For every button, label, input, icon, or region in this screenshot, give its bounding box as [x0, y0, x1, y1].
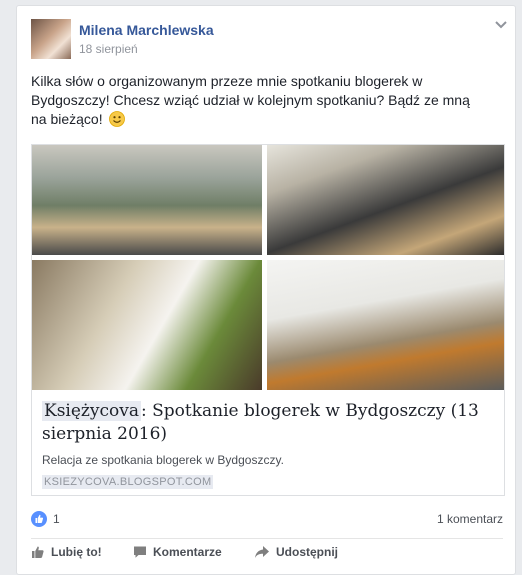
link-title[interactable]: Księżycova: Spotkanie blogerek w Bydgosz… [42, 400, 482, 446]
comment-button[interactable]: Komentarze [133, 545, 222, 559]
share-arrow-icon [255, 546, 269, 558]
photo-group-table[interactable] [32, 145, 262, 255]
link-attachment[interactable]: Księżycova: Spotkanie blogerek w Bydgosz… [31, 144, 505, 496]
like-badge-icon[interactable] [31, 511, 47, 527]
chevron-down-icon[interactable] [494, 20, 508, 30]
link-description: Relacja ze spotkania blogerek w Bydgoszc… [42, 453, 284, 467]
link-site-name[interactable]: Księżycova [42, 401, 141, 421]
action-bar: Lubię to! Komentarze Udostępnij [31, 542, 503, 566]
comment-label: Komentarze [153, 545, 222, 559]
reactions-row: 1 1 komentarz [31, 509, 503, 533]
photo-women-sitting[interactable] [267, 145, 504, 255]
smiley-icon [108, 111, 125, 127]
post-card: Milena Marchlewska 18 sierpień Kilka słó… [16, 5, 516, 575]
like-thumb-icon [32, 546, 44, 558]
reaction-count[interactable]: 1 [53, 512, 60, 526]
post-text: Kilka słów o organizowanym przeze mnie s… [31, 72, 481, 129]
share-button[interactable]: Udostępnij [254, 545, 338, 559]
comment-icon [134, 546, 146, 558]
photo-cafe-interior[interactable] [267, 260, 504, 390]
comments-count[interactable]: 1 komentarz [437, 512, 503, 526]
like-button[interactable]: Lubię to! [31, 545, 102, 559]
like-label: Lubię to! [51, 545, 102, 559]
author-name[interactable]: Milena Marchlewska [79, 22, 214, 38]
post-date[interactable]: 18 sierpień [79, 42, 138, 56]
photo-woman-laptop[interactable] [32, 260, 262, 390]
avatar[interactable] [31, 19, 71, 59]
post-text-body: Kilka słów o organizowanym przeze mnie s… [31, 73, 470, 127]
share-label: Udostępnij [276, 545, 338, 559]
divider [31, 538, 503, 539]
link-domain[interactable]: KSIEZYCOVA.BLOGSPOT.COM [42, 475, 214, 489]
